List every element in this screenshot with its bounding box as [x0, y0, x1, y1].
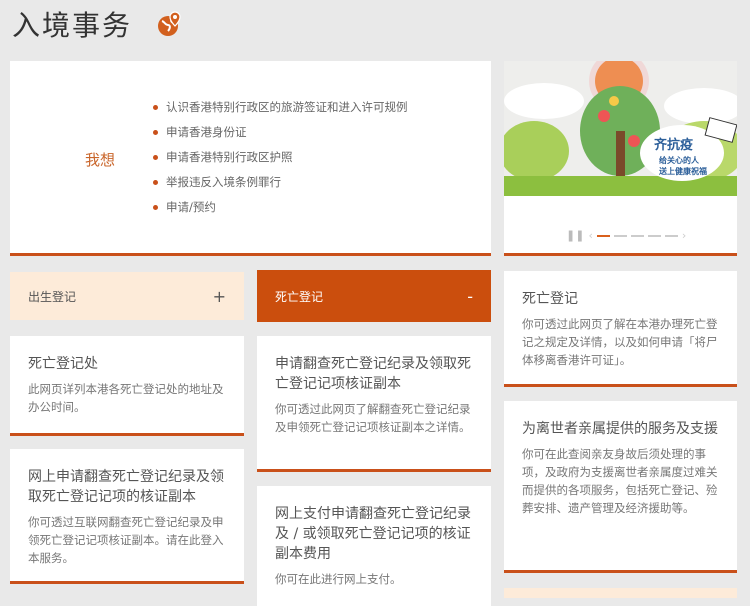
i-want-panel: 我想 认识香港特别行政区的旅游签证和进入许可规例 申请香港身份证 申请香港特别行…: [10, 61, 491, 256]
card-title: 死亡登记: [522, 291, 578, 307]
card-desc: 你可透过互联网翻查死亡登记纪录及申领死亡登记记项核证副本。请在此登入本服务。: [28, 515, 224, 565]
card-title: 死亡登记处: [28, 356, 98, 372]
carousel-dot[interactable]: [664, 234, 678, 237]
banner-headline: 齐抗疫: [654, 137, 693, 153]
card-desc: 你可在此进行网上支付。: [275, 572, 402, 586]
accordion-death-registration[interactable]: 死亡登记 -: [257, 270, 491, 322]
carousel-dot[interactable]: [630, 234, 644, 237]
accordion-label: 出生登记: [28, 289, 77, 304]
card-bereaved-services[interactable]: 为离世者亲属提供的服务及支援 你可在此查阅亲友身故后须处理的事项，及政府为支援离…: [504, 401, 737, 573]
card-online-search-application[interactable]: 网上申请翻查死亡登记纪录及领取死亡登记记项的核证副本 你可透过互联网翻查死亡登记…: [10, 449, 244, 584]
i-want-link[interactable]: 认识香港特别行政区的旅游签证和进入许可规例: [150, 98, 408, 123]
i-want-link[interactable]: 申请/预约: [150, 198, 408, 223]
minus-icon: -: [467, 286, 473, 306]
i-want-list: 认识香港特别行政区的旅游签证和进入许可规例 申请香港身份证 申请香港特别行政区护…: [150, 98, 408, 223]
banner-line2: 送上健康祝福: [658, 166, 707, 176]
card-death-registration[interactable]: 死亡登记 你可透过此网页了解在本港办理死亡登记之规定及详情，以及如何申请「将尸体…: [504, 271, 737, 387]
i-want-label: 我想: [85, 151, 116, 169]
i-want-link[interactable]: 申请香港身份证: [150, 123, 408, 148]
accordion-label: 死亡登记: [275, 289, 324, 304]
card-online-payment[interactable]: 网上支付申请翻查死亡登记纪录及 / 或领取死亡登记记项的核证副本费用 你可在此进…: [257, 486, 491, 606]
carousel-controls: ❚❚ ‹ ›: [566, 229, 686, 242]
i-want-link[interactable]: 申请香港特别行政区护照: [150, 148, 408, 173]
banner-image[interactable]: 齐抗疫 给关心的人 送上健康祝福: [499, 51, 744, 196]
card-desc: 此网页详列本港各死亡登记处的地址及办公时间。: [28, 382, 224, 414]
card-title: 网上申请翻查死亡登记纪录及领取死亡登记记项的核证副本: [28, 469, 224, 505]
banner-line1: 给关心的人: [659, 155, 700, 165]
pause-icon[interactable]: ❚❚: [566, 229, 584, 242]
carousel-dot[interactable]: [613, 234, 627, 237]
carousel-dot[interactable]: [596, 234, 610, 237]
carousel-dot[interactable]: [647, 234, 661, 237]
card-search-application[interactable]: 申请翻查死亡登记纪录及领取死亡登记记项核证副本 你可透过此网页了解翻查死亡登记纪…: [257, 336, 491, 472]
globe-pin-icon: [158, 11, 181, 36]
plus-icon: +: [212, 286, 226, 306]
card-desc: 你可透过此网页了解翻查死亡登记纪录及申领死亡登记记项核证副本之详情。: [275, 402, 471, 434]
card-death-registry-offices[interactable]: 死亡登记处 此网页详列本港各死亡登记处的地址及办公时间。: [10, 336, 244, 436]
card-title: 申请翻查死亡登记纪录及领取死亡登记记项核证副本: [275, 356, 471, 392]
i-want-link[interactable]: 举报违反入境条例罪行: [150, 173, 408, 198]
accordion-partial[interactable]: [504, 588, 737, 598]
page-title: 入境事务: [12, 9, 133, 42]
next-arrow-icon[interactable]: ›: [682, 229, 686, 242]
card-title: 网上支付申请翻查死亡登记纪录及 / 或领取死亡登记记项的核证副本费用: [275, 506, 471, 562]
prev-arrow-icon[interactable]: ‹: [588, 229, 592, 242]
banner-carousel[interactable]: 齐抗疫 给关心的人 送上健康祝福 ❚❚ ‹ ›: [499, 51, 744, 256]
card-desc: 你可透过此网页了解在本港办理死亡登记之规定及详情，以及如何申请「将尸体移离香港许…: [522, 317, 718, 367]
card-desc: 你可在此查阅亲友身故后须处理的事项，及政府为支援离世者亲属度过难关而提供的各项服…: [522, 447, 718, 515]
accordion-birth-registration[interactable]: 出生登记 +: [10, 272, 244, 320]
card-title: 为离世者亲属提供的服务及支援: [522, 421, 718, 437]
